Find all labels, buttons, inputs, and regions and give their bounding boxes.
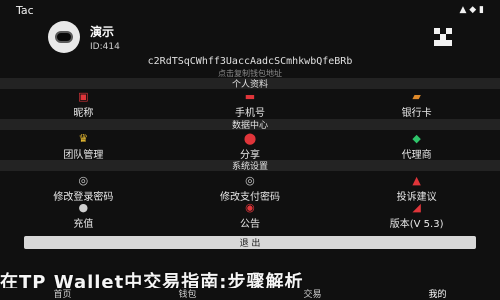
- signal-battery-icon: ▲ ◆ ▮: [459, 5, 484, 15]
- menu-item-label: 手机号: [234, 108, 265, 119]
- phone-icon: ▬: [244, 90, 256, 103]
- menu-item-label: 版本(V 5.3): [389, 219, 444, 230]
- menu-item-nickname[interactable]: ▣ 昵称: [8, 90, 158, 120]
- section-header-data-center: 数据中心: [0, 119, 500, 131]
- section-header-settings: 系统设置: [0, 160, 500, 172]
- menu-item-notice[interactable]: ◉ 公告: [175, 201, 325, 231]
- status-icons: ▲ ◆ ▮: [459, 5, 484, 15]
- profile-info: 演示 ID:414: [90, 23, 120, 52]
- profile-id: ID:414: [90, 41, 120, 52]
- menu-item-share[interactable]: ⬤ 分享: [175, 132, 325, 162]
- bank-card-icon: ▰: [412, 90, 421, 103]
- avatar-image-icon: [55, 31, 73, 43]
- user-badge-icon: ▣: [78, 90, 89, 103]
- tab-mine[interactable]: 我的: [428, 287, 446, 300]
- menu-item-label: 代理商: [401, 150, 432, 161]
- menu-item-label: 银行卡: [401, 108, 432, 119]
- share-icon: ⬤: [243, 132, 257, 145]
- recharge-icon: ●: [78, 201, 89, 214]
- menu-item-phone[interactable]: ▬ 手机号: [175, 90, 325, 120]
- overlay-caption: 在TP Wallet中交易指南:步骤解析: [0, 272, 304, 288]
- data-center-row: ♛ 团队管理 ⬤ 分享 ◆ 代理商: [0, 132, 500, 162]
- menu-item-recharge[interactable]: ● 充值: [8, 201, 158, 231]
- agent-icon: ◆: [412, 132, 421, 145]
- warning-icon: ▲: [412, 174, 421, 187]
- profile-row: ▣ 昵称 ▬ 手机号 ▰ 银行卡: [0, 90, 500, 120]
- notice-icon: ◉: [245, 201, 255, 214]
- profile-screen: Tac ▲ ◆ ▮ 演示 ID:414 c2RdTSqCWhff3UaccAad…: [0, 0, 500, 300]
- avatar[interactable]: [48, 21, 80, 53]
- lock-icon: ◎: [78, 174, 89, 187]
- tab-wallet[interactable]: 钱包: [178, 287, 196, 300]
- qr-code-icon[interactable]: [434, 28, 452, 46]
- bottom-tab-bar: 首页 钱包 交易 我的: [0, 286, 500, 300]
- menu-item-team-management[interactable]: ♛ 团队管理: [8, 132, 158, 162]
- tab-trade[interactable]: 交易: [303, 287, 321, 300]
- menu-item-label: 团队管理: [63, 150, 104, 161]
- misc-row: ● 充值 ◉ 公告 ◢ 版本(V 5.3): [0, 201, 500, 231]
- menu-item-agent[interactable]: ◆ 代理商: [342, 132, 492, 162]
- status-bar: Tac ▲ ◆ ▮: [0, 0, 500, 20]
- profile-header[interactable]: 演示 ID:414: [0, 20, 500, 54]
- menu-item-version[interactable]: ◢ 版本(V 5.3): [342, 201, 492, 231]
- menu-item-feedback[interactable]: ▲ 投诉建议: [342, 174, 492, 204]
- profile-name: 演示: [90, 24, 115, 39]
- key-icon: ◎: [245, 174, 255, 187]
- crown-icon: ♛: [78, 132, 89, 145]
- section-header-profile: 个人资料: [0, 78, 500, 90]
- menu-item-label: 昵称: [73, 108, 94, 119]
- menu-item-label: 公告: [239, 219, 260, 230]
- wallet-address[interactable]: c2RdTSqCWhff3UaccAadcSCmhkwbQfeBRb: [0, 56, 500, 67]
- settings-row: ◎ 修改登录密码 ◎ 修改支付密码 ▲ 投诉建议: [0, 174, 500, 204]
- logout-button[interactable]: 退 出: [24, 236, 476, 249]
- menu-item-label: 充值: [73, 219, 94, 230]
- menu-item-change-payment-password[interactable]: ◎ 修改支付密码: [175, 174, 325, 204]
- menu-item-change-login-password[interactable]: ◎ 修改登录密码: [8, 174, 158, 204]
- status-time: Tac: [16, 3, 34, 17]
- version-icon: ◢: [412, 201, 421, 214]
- menu-item-bank-card[interactable]: ▰ 银行卡: [342, 90, 492, 120]
- tab-home[interactable]: 首页: [53, 287, 71, 300]
